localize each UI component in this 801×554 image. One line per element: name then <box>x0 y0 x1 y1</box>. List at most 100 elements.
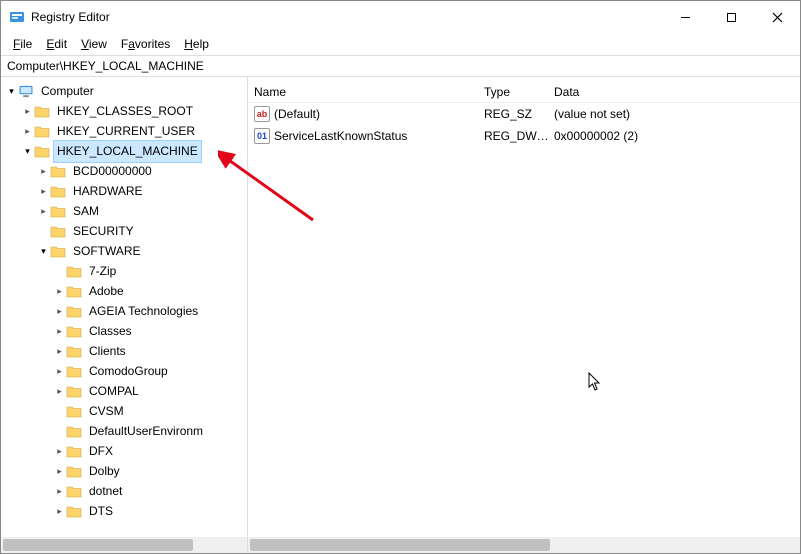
chevron-down-icon[interactable]: ▾ <box>5 82 18 101</box>
menu-view[interactable]: View <box>75 35 113 53</box>
folder-icon <box>66 423 82 439</box>
chevron-down-icon[interactable]: ▾ <box>21 142 34 161</box>
tree-comodo[interactable]: ▸ ComodoGroup <box>1 361 247 381</box>
address-bar[interactable]: Computer\HKEY_LOCAL_MACHINE <box>1 55 800 77</box>
chevron-right-icon[interactable]: ▸ <box>53 382 66 401</box>
chevron-right-icon[interactable]: ▸ <box>53 502 66 521</box>
tree-hkcr[interactable]: ▸ HKEY_CLASSES_ROOT <box>1 101 247 121</box>
menu-file[interactable]: File <box>7 35 38 53</box>
tree-item-label: dotnet <box>86 481 125 502</box>
list-row[interactable]: 01ServiceLastKnownStatusREG_DW…0x0000000… <box>248 125 800 147</box>
tree-item-label: DefaultUserEnvironm <box>86 421 206 442</box>
value-name: ServiceLastKnownStatus <box>274 129 407 143</box>
folder-icon <box>66 483 82 499</box>
tree-dts[interactable]: ▸DTS <box>1 501 247 521</box>
list-row[interactable]: ab (Default) REG_SZ(value not set) <box>248 103 800 125</box>
tree-item-label: AGEIA Technologies <box>86 301 201 322</box>
tree-classes[interactable]: ▸Classes <box>1 321 247 341</box>
col-header-type[interactable]: Type <box>484 85 554 99</box>
tree-item-label: COMPAL <box>86 381 142 402</box>
folder-icon <box>50 203 66 219</box>
folder-icon <box>66 403 82 419</box>
chevron-right-icon[interactable]: ▸ <box>53 282 66 301</box>
folder-icon <box>66 363 82 379</box>
tree-clients[interactable]: ▸Clients <box>1 341 247 361</box>
tree-item-label: SECURITY <box>70 221 137 242</box>
tree-computer[interactable]: ▾Computer <box>1 81 247 101</box>
regedit-icon <box>9 9 25 25</box>
chevron-right-icon[interactable]: ▸ <box>53 482 66 501</box>
close-button[interactable] <box>754 1 800 33</box>
chevron-right-icon[interactable]: ▸ <box>21 122 34 141</box>
tree-defuser[interactable]: DefaultUserEnvironm <box>1 421 247 441</box>
folder-icon <box>34 103 50 119</box>
chevron-right-icon[interactable]: ▸ <box>53 442 66 461</box>
address-path: Computer\HKEY_LOCAL_MACHINE <box>7 59 204 73</box>
tree-ageia[interactable]: ▸ AGEIA Technologies <box>1 301 247 321</box>
folder-icon <box>50 163 66 179</box>
tree-sam[interactable]: ▸SAM <box>1 201 247 221</box>
tree-item-label: Adobe <box>86 281 127 302</box>
tree-item-label: HKEY_CLASSES_ROOT <box>54 101 196 122</box>
content-area: ▾Computer▸HKEY_CLASSES_ROOT▸HKEY_CURRENT… <box>1 77 800 553</box>
tree-security[interactable]: SECURITY <box>1 221 247 241</box>
tree-hklm[interactable]: ▾ HKEY_LOCAL_MACHINE <box>1 141 247 161</box>
menu-help[interactable]: Help <box>178 35 215 53</box>
chevron-right-icon[interactable]: ▸ <box>37 202 50 221</box>
tree-item-label: DFX <box>86 441 116 462</box>
tree-item-label: ComodoGroup <box>86 361 171 382</box>
tree-dolby[interactable]: ▸ Dolby <box>1 461 247 481</box>
tree-dotnet[interactable]: ▸ dotnet <box>1 481 247 501</box>
menu-favorites[interactable]: Favorites <box>115 35 176 53</box>
value-name: (Default) <box>274 107 320 121</box>
folder-icon <box>66 463 82 479</box>
string-value-icon: ab <box>254 106 270 122</box>
col-header-data[interactable]: Data <box>554 85 800 99</box>
list-header[interactable]: Name Type Data <box>248 81 800 103</box>
registry-tree[interactable]: ▾Computer▸HKEY_CLASSES_ROOT▸HKEY_CURRENT… <box>1 81 247 521</box>
tree-h-scrollbar[interactable] <box>1 537 247 553</box>
tree-bcd[interactable]: ▸ BCD00000000 <box>1 161 247 181</box>
tree-software[interactable]: ▾SOFTWARE <box>1 241 247 261</box>
value-type: REG_SZ <box>484 107 554 121</box>
window-title: Registry Editor <box>31 10 110 24</box>
chevron-right-icon[interactable]: ▸ <box>53 362 66 381</box>
folder-icon <box>50 183 66 199</box>
chevron-down-icon[interactable]: ▾ <box>37 242 50 261</box>
folder-icon <box>34 143 50 159</box>
tree-hardware[interactable]: ▸ HARDWARE <box>1 181 247 201</box>
chevron-right-icon[interactable]: ▸ <box>53 462 66 481</box>
tree-item-label: HKEY_CURRENT_USER <box>54 121 198 142</box>
chevron-right-icon[interactable]: ▸ <box>53 342 66 361</box>
list-h-scrollbar[interactable] <box>248 537 800 553</box>
minimize-button[interactable] <box>662 1 708 33</box>
folder-icon <box>66 383 82 399</box>
chevron-right-icon[interactable]: ▸ <box>53 322 66 341</box>
tree-adobe[interactable]: ▸ Adobe <box>1 281 247 301</box>
tree-hkcu[interactable]: ▸ HKEY_CURRENT_USER <box>1 121 247 141</box>
folder-icon <box>34 123 50 139</box>
menu-edit[interactable]: Edit <box>40 35 73 53</box>
chevron-right-icon[interactable]: ▸ <box>53 302 66 321</box>
tree-item-label: 7-Zip <box>86 261 119 282</box>
tree-dfx[interactable]: ▸ DFX <box>1 441 247 461</box>
menu-bar: File Edit View Favorites Help <box>1 33 800 55</box>
tree-compal[interactable]: ▸ COMPAL <box>1 381 247 401</box>
value-type: REG_DW… <box>484 129 554 143</box>
value-data: (value not set) <box>554 107 800 121</box>
tree-item-label: Dolby <box>86 461 123 482</box>
tree-item-label: HKEY_LOCAL_MACHINE <box>54 141 201 162</box>
tree-cvsm[interactable]: CVSM <box>1 401 247 421</box>
mouse-cursor-icon <box>588 372 604 392</box>
tree-item-label: BCD00000000 <box>70 161 155 182</box>
tree-pane: ▾Computer▸HKEY_CLASSES_ROOT▸HKEY_CURRENT… <box>1 77 248 553</box>
tree-item-label: HARDWARE <box>70 181 146 202</box>
folder-icon <box>66 443 82 459</box>
col-header-name[interactable]: Name <box>254 85 484 99</box>
tree-7zip[interactable]: 7-Zip <box>1 261 247 281</box>
chevron-right-icon[interactable]: ▸ <box>37 182 50 201</box>
maximize-button[interactable] <box>708 1 754 33</box>
chevron-right-icon[interactable]: ▸ <box>21 102 34 121</box>
tree-item-label: CVSM <box>86 401 127 422</box>
chevron-right-icon[interactable]: ▸ <box>37 162 50 181</box>
